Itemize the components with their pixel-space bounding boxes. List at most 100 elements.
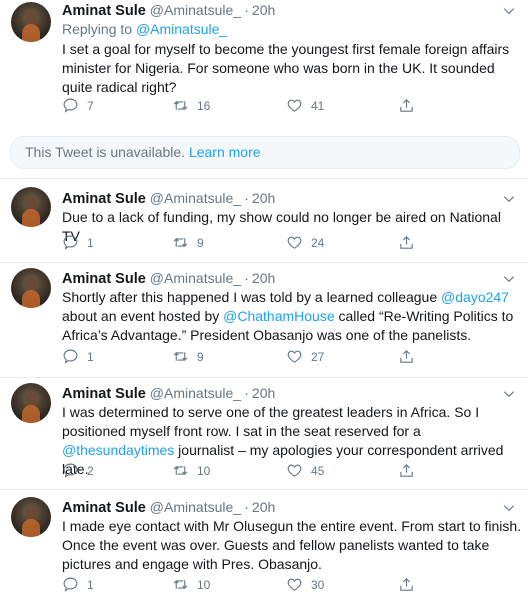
author-name[interactable]: Aminat Sule	[62, 385, 146, 403]
tweet-text: I set a goal for myself to become the yo…	[62, 41, 510, 95]
author-name[interactable]: Aminat Sule	[62, 499, 146, 517]
retweet-count: 9	[197, 349, 204, 364]
share-icon	[400, 236, 413, 249]
chevron-down-icon[interactable]	[502, 272, 516, 286]
retweet-button[interactable]: 10	[172, 462, 210, 479]
retweet-icon	[173, 580, 188, 589]
share-icon	[400, 99, 413, 112]
like-button[interactable]: 27	[286, 348, 324, 365]
author-handle[interactable]: @Aminatsule_	[150, 1, 241, 19]
tweet-text: I made eye contact with Mr Olusegun the …	[62, 518, 522, 572]
share-button[interactable]	[398, 462, 415, 479]
timestamp[interactable]: 20h	[252, 1, 275, 19]
separator-dot: ·	[244, 500, 249, 516]
text-segment: about an event hosted by	[62, 308, 224, 324]
tweet-text: Shortly after this happened I was told b…	[62, 288, 522, 345]
timestamp[interactable]: 20h	[252, 498, 275, 516]
reply-count: 1	[87, 577, 94, 592]
share-icon	[400, 578, 413, 591]
share-button[interactable]	[398, 576, 415, 593]
like-count: 45	[311, 463, 325, 478]
tweet[interactable]: Aminat Sule @Aminatsule_ · 20h I made ey…	[0, 490, 528, 598]
chevron-down-icon[interactable]	[502, 387, 516, 401]
heart-icon	[287, 236, 302, 249]
separator-dot: ·	[244, 191, 249, 207]
retweet-icon	[173, 101, 188, 110]
reply-button[interactable]: 1	[62, 576, 94, 593]
learn-more-link[interactable]: Learn more	[189, 144, 261, 160]
reply-icon	[63, 349, 78, 364]
replying-to-link[interactable]: @Aminatsule_	[136, 21, 227, 37]
text-segment: Shortly after this happened I was told b…	[62, 289, 442, 305]
like-count: 41	[311, 98, 325, 113]
timestamp[interactable]: 20h	[252, 269, 275, 287]
author-name[interactable]: Aminat Sule	[62, 270, 146, 288]
chevron-down-icon[interactable]	[502, 192, 516, 206]
share-button[interactable]	[398, 234, 415, 251]
like-count: 30	[311, 577, 325, 592]
like-count: 24	[311, 235, 325, 250]
reply-button[interactable]: 1	[62, 348, 94, 365]
author-name[interactable]: Aminat Sule	[62, 190, 146, 208]
timestamp[interactable]: 20h	[252, 384, 275, 402]
like-button[interactable]: 45	[286, 462, 324, 479]
heart-icon	[287, 464, 302, 477]
author-name[interactable]: Aminat Sule	[62, 2, 146, 20]
avatar[interactable]	[11, 2, 51, 42]
chevron-down-icon[interactable]	[502, 501, 516, 515]
mention-link[interactable]: @dayo247	[441, 289, 509, 305]
separator-dot: ·	[244, 386, 249, 402]
mention-link[interactable]: @thesundaytimes	[62, 442, 174, 458]
unavailable-text: This Tweet is unavailable.	[25, 144, 186, 160]
reply-button[interactable]: 7	[62, 97, 94, 114]
retweet-button[interactable]: 16	[172, 97, 210, 114]
retweet-count: 10	[197, 577, 211, 592]
retweet-button[interactable]: 9	[172, 234, 204, 251]
text-segment: I was determined to serve one of the gre…	[62, 404, 480, 439]
share-icon	[400, 464, 413, 477]
reply-icon	[63, 463, 78, 478]
reply-button[interactable]: 1	[62, 234, 94, 251]
author-handle[interactable]: @Aminatsule_	[150, 269, 241, 287]
like-button[interactable]: 24	[286, 234, 324, 251]
reply-count: 1	[87, 349, 94, 364]
reply-icon	[63, 98, 78, 113]
retweet-count: 9	[197, 235, 204, 250]
retweet-icon	[173, 238, 188, 247]
heart-icon	[287, 578, 302, 591]
reply-count: 7	[87, 98, 94, 113]
share-button[interactable]	[398, 97, 415, 114]
retweet-count: 16	[197, 98, 211, 113]
author-handle[interactable]: @Aminatsule_	[150, 384, 241, 402]
retweet-button[interactable]: 10	[172, 576, 210, 593]
avatar[interactable]	[11, 497, 51, 537]
tweet[interactable]: Aminat Sule @Aminatsule_ · 20h I was det…	[0, 378, 528, 490]
chevron-down-icon[interactable]	[502, 4, 516, 18]
separator-dot: ·	[244, 3, 249, 19]
like-button[interactable]: 41	[286, 97, 324, 114]
author-handle[interactable]: @Aminatsule_	[150, 498, 241, 516]
avatar[interactable]	[11, 383, 51, 423]
retweet-count: 10	[197, 463, 211, 478]
retweet-icon	[173, 352, 188, 361]
heart-icon	[287, 99, 302, 112]
like-button[interactable]: 30	[286, 576, 324, 593]
retweet-icon	[173, 466, 188, 475]
timestamp[interactable]: 20h	[252, 189, 275, 207]
reply-icon	[63, 577, 78, 592]
reply-count: 1	[87, 235, 94, 250]
avatar[interactable]	[11, 187, 51, 227]
share-button[interactable]	[398, 348, 415, 365]
tweet[interactable]: Aminat Sule @Aminatsule_ · 20h Shortly a…	[0, 263, 528, 378]
tweet[interactable]: Aminat Sule @Aminatsule_ · 20h Replying …	[0, 0, 528, 128]
tweet[interactable]: Aminat Sule @Aminatsule_ · 20h Due to a …	[0, 178, 528, 263]
reply-count: 2	[87, 463, 94, 478]
separator-dot: ·	[244, 271, 249, 287]
unavailable-tweet-notice: This Tweet is unavailable. Learn more	[10, 136, 520, 169]
mention-link[interactable]: @ChathamHouse	[223, 308, 335, 324]
retweet-button[interactable]: 9	[172, 348, 204, 365]
avatar[interactable]	[11, 268, 51, 308]
author-handle[interactable]: @Aminatsule_	[150, 189, 241, 207]
reply-button[interactable]: 2	[62, 462, 94, 479]
replying-to-label: Replying to	[62, 21, 133, 37]
